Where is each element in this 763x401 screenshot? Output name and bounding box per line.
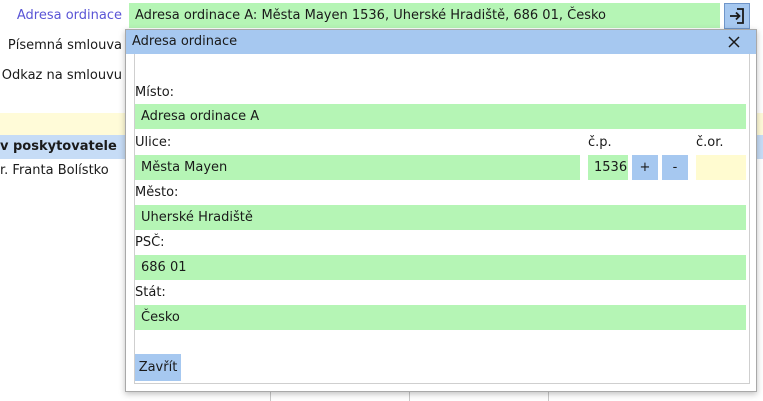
address-dialog: Adresa ordinace Místo: Adresa ordinace A… xyxy=(125,29,757,392)
login-icon xyxy=(730,8,744,24)
street-label: Ulice: xyxy=(135,135,172,150)
dialog-title: Adresa ordinace xyxy=(132,34,238,49)
place-label: Místo: xyxy=(135,85,175,100)
cor-label: č.or. xyxy=(696,135,724,150)
provider-column-header: v poskytovatele xyxy=(0,139,117,154)
place-field[interactable]: Adresa ordinace A xyxy=(135,104,746,129)
address-label[interactable]: Adresa ordinace xyxy=(0,8,122,23)
address-field[interactable]: Adresa ordinace A: Města Mayen 1536, Uhe… xyxy=(129,3,720,28)
cp-label: č.p. xyxy=(588,135,612,150)
country-field[interactable]: Česko xyxy=(135,305,746,330)
written-contract-label: Písemná smlouva xyxy=(7,38,122,53)
close-button[interactable]: Zavřít xyxy=(135,354,181,381)
close-icon[interactable] xyxy=(726,34,742,50)
zip-field[interactable]: 686 01 xyxy=(135,255,746,280)
city-field[interactable]: Uherské Hradiště xyxy=(135,205,746,230)
table-row[interactable]: r. Franta Bolístko xyxy=(0,160,109,182)
contract-link-label: Odkaz na smlouvu xyxy=(1,68,122,83)
cp-field[interactable]: 1536 xyxy=(588,155,628,180)
street-field[interactable]: Města Mayen xyxy=(135,155,580,180)
increment-button[interactable]: + xyxy=(632,155,658,180)
open-address-button[interactable] xyxy=(724,3,750,29)
decrement-button[interactable]: - xyxy=(662,155,688,180)
dialog-titlebar: Adresa ordinace xyxy=(126,30,756,54)
zip-label: PSČ: xyxy=(135,235,165,250)
cor-field[interactable] xyxy=(696,155,746,180)
country-label: Stát: xyxy=(135,285,166,300)
city-label: Město: xyxy=(135,185,179,200)
